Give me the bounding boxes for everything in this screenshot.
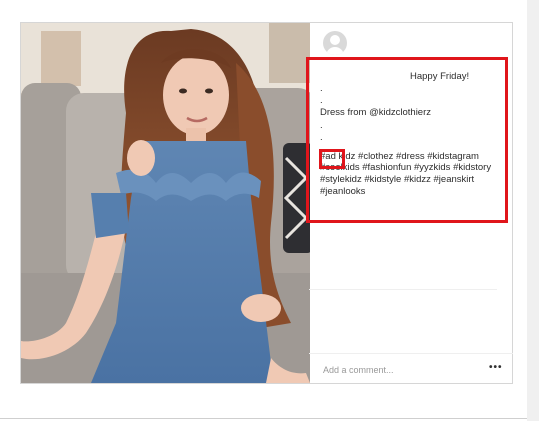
avatar-body-shape — [326, 47, 344, 55]
ad-tag-highlight-box — [319, 149, 345, 169]
comment-divider — [309, 353, 513, 354]
post-photo[interactable] — [21, 23, 310, 383]
post-photo-image — [21, 23, 310, 383]
page-right-gutter — [527, 0, 539, 421]
avatar-head-shape — [330, 35, 340, 45]
more-options-button[interactable]: ••• — [489, 362, 503, 373]
caption-highlight-box — [306, 57, 508, 223]
sidebar-divider — [309, 289, 497, 290]
user-avatar[interactable] — [323, 31, 347, 55]
add-comment-input[interactable]: Add a comment... — [323, 365, 394, 375]
page-divider — [0, 418, 527, 419]
